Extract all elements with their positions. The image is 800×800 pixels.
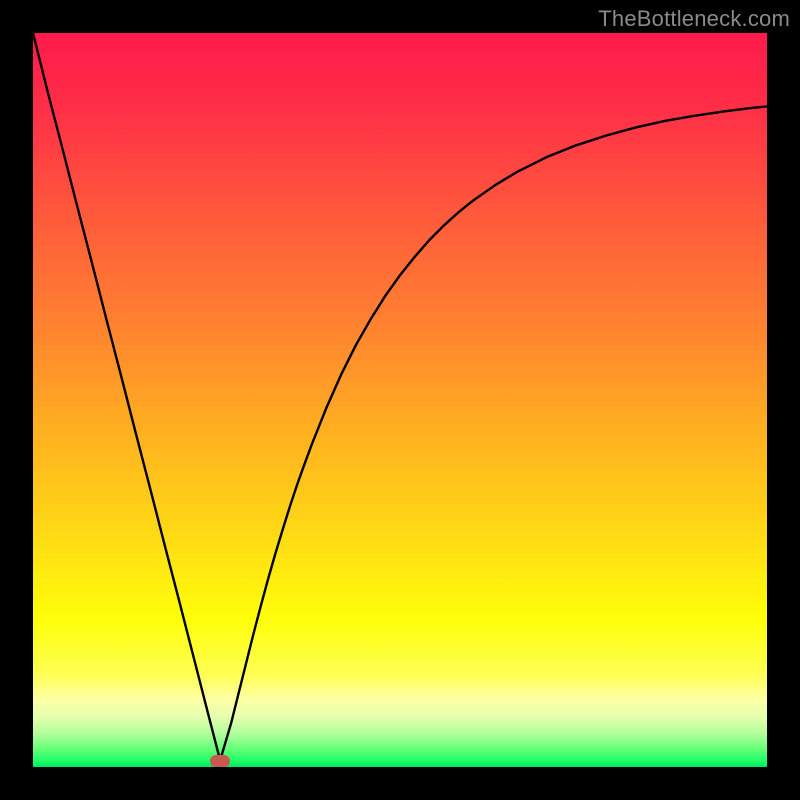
plot-area bbox=[33, 33, 767, 767]
chart-frame: TheBottleneck.com bbox=[0, 0, 800, 800]
bottleneck-curve bbox=[33, 33, 767, 767]
watermark-text: TheBottleneck.com bbox=[598, 6, 790, 32]
optimal-point-marker bbox=[210, 755, 230, 767]
